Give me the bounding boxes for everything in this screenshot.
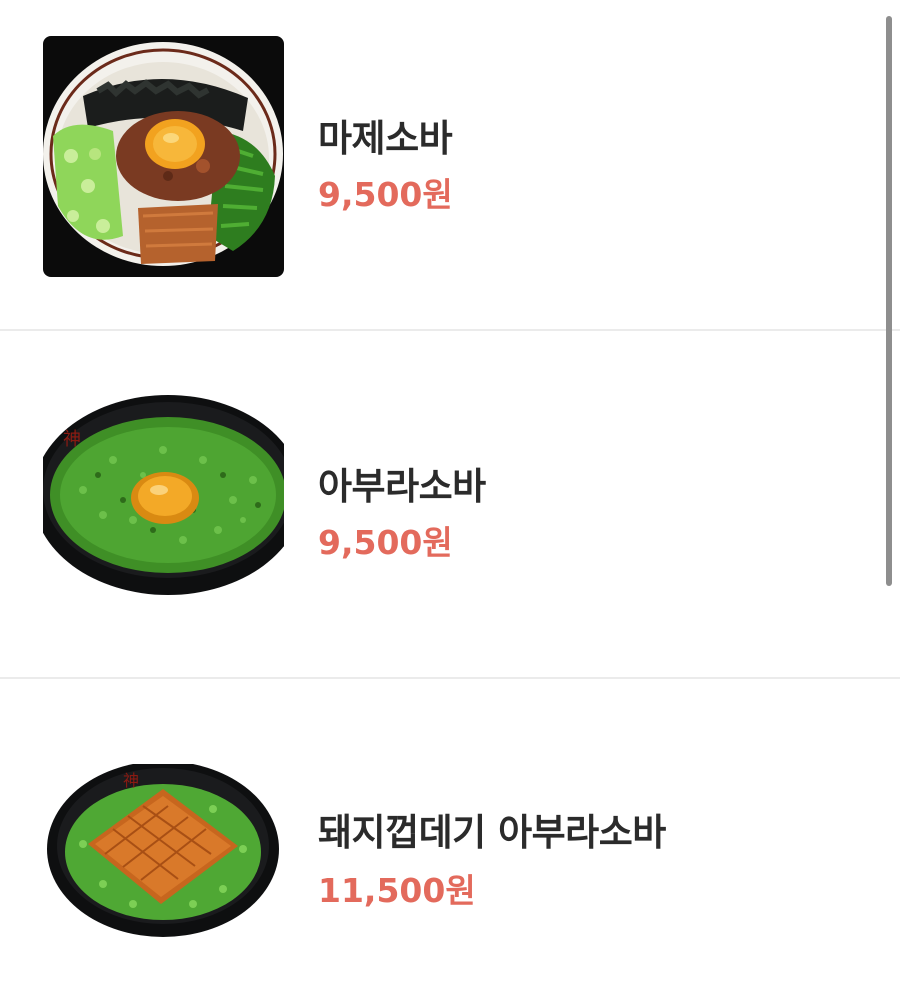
aburasoba-photo-icon: 神 xyxy=(43,390,284,631)
svg-text:神: 神 xyxy=(63,429,81,450)
scrollbar[interactable] xyxy=(886,16,892,586)
menu-item-price: 9,500원 xyxy=(318,523,453,562)
menu-item-name: 돼지껍데기 아부라소바 xyxy=(318,811,666,854)
menu-list: 마제소바 9,500원 神 아부라소바 9,500원 神 돼지껍데기 아부라소바… xyxy=(0,0,900,1004)
mazesoba-image[interactable] xyxy=(43,36,284,277)
pork-skin-aburasoba-photo-icon: 神 xyxy=(43,764,284,1004)
menu-item-price: 9,500원 xyxy=(318,175,453,214)
menu-item-mazesoba[interactable]: 마제소바 9,500원 xyxy=(0,0,900,330)
mazesoba-photo-icon xyxy=(43,36,284,277)
menu-item-name: 아부라소바 xyxy=(318,465,486,508)
menu-item-price: 11,500원 xyxy=(318,871,476,910)
menu-item-aburasoba[interactable]: 神 아부라소바 9,500원 xyxy=(0,330,900,678)
menu-item-name: 마제소바 xyxy=(318,117,453,160)
menu-item-pork-skin-aburasoba[interactable]: 神 돼지껍데기 아부라소바 11,500원 xyxy=(0,678,900,1004)
pork-skin-aburasoba-image[interactable]: 神 xyxy=(43,764,284,1004)
aburasoba-image[interactable]: 神 xyxy=(43,390,284,631)
svg-text:神: 神 xyxy=(123,771,139,790)
